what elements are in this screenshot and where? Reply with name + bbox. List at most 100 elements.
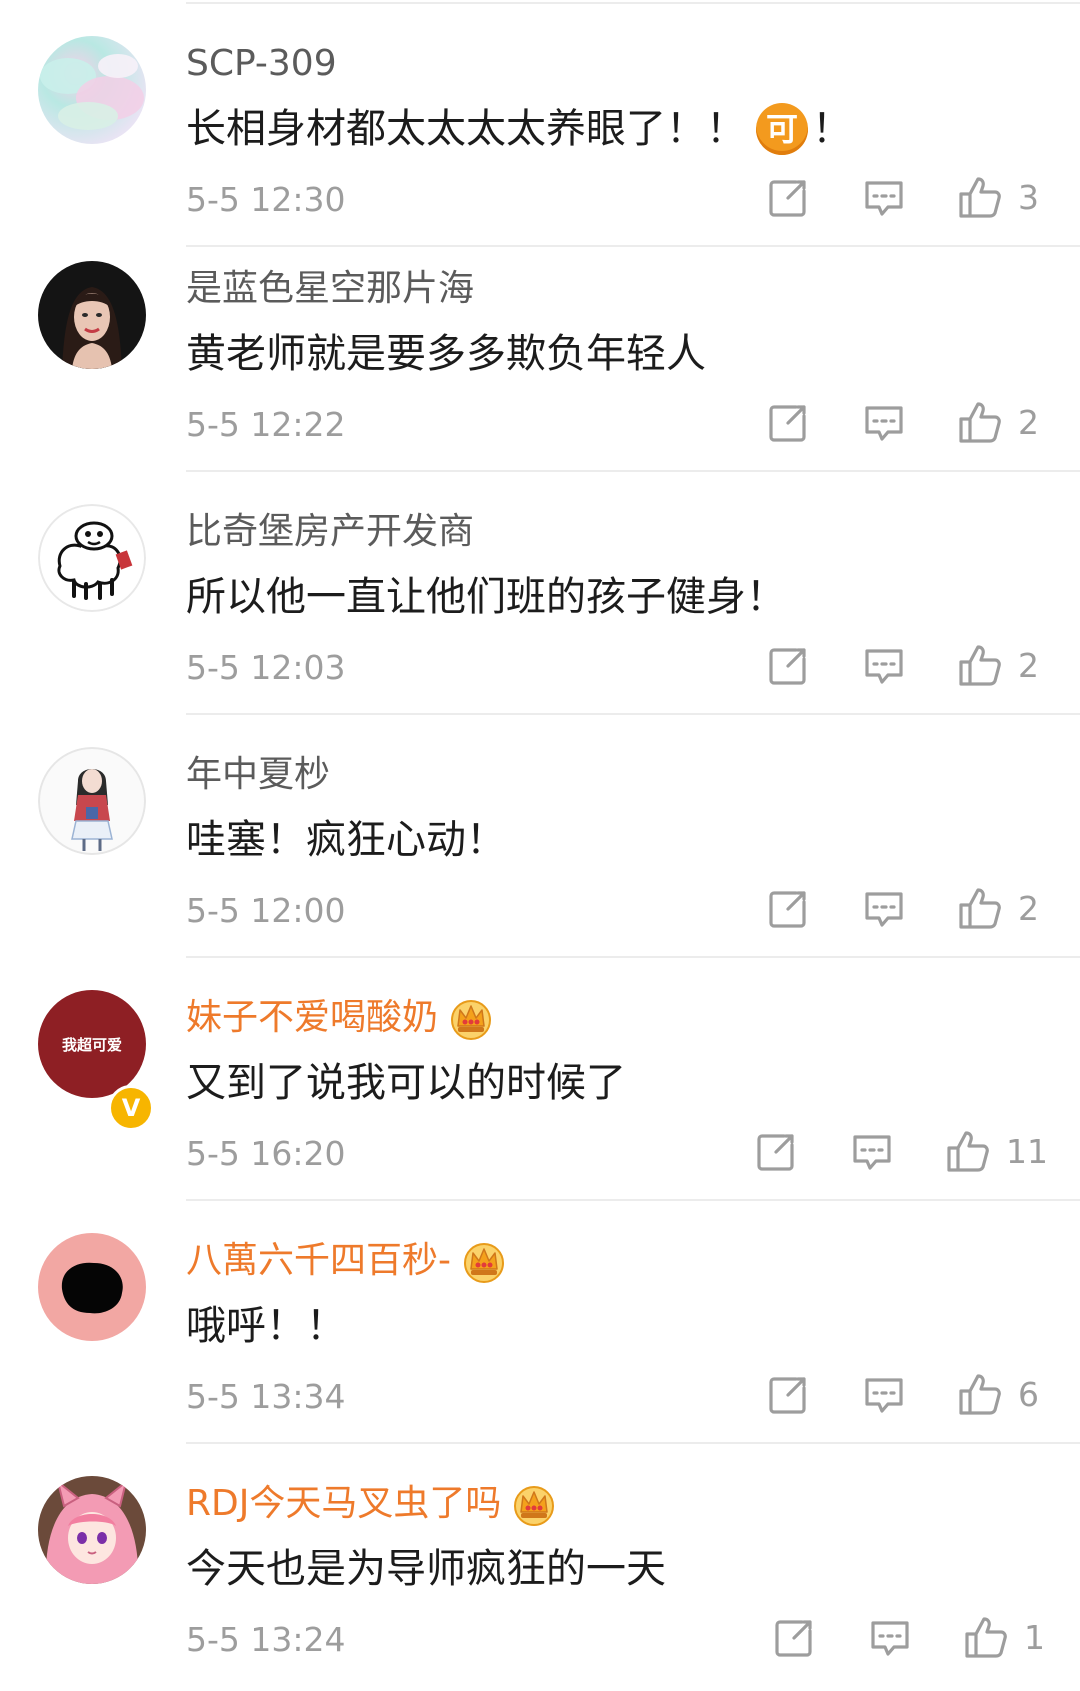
- comment-tail: ！: [812, 106, 852, 152]
- share-icon: [757, 1134, 794, 1171]
- timestamp: 5-5 12:22: [186, 405, 346, 444]
- avatar[interactable]: [38, 1233, 146, 1341]
- thumbs-up-icon: [956, 642, 1004, 690]
- like-count: 1: [1024, 1618, 1045, 1657]
- comment-text: 今天也是为导师疯狂的一天: [186, 1542, 666, 1596]
- comment-icon: [853, 1135, 891, 1170]
- username[interactable]: 妹子不爱喝酸奶: [186, 994, 494, 1042]
- timestamp: 5-5 12:00: [186, 891, 346, 930]
- comment-icon: [871, 1621, 909, 1656]
- share-button[interactable]: [766, 887, 810, 931]
- share-icon: [769, 1377, 806, 1414]
- comment-text: 黄老师就是要多多欺负年轻人: [186, 327, 706, 381]
- comment-body: 哦呼！！: [186, 1303, 346, 1349]
- username-text[interactable]: 八萬六千四百秒-: [186, 1237, 451, 1285]
- avatar[interactable]: [38, 504, 146, 612]
- avatar[interactable]: [38, 36, 146, 144]
- comment-item: RDJ今天马叉虫了吗 今天也是为导师疯狂的一天 5-5 13:24 1: [0, 1444, 1080, 1687]
- username-text[interactable]: 是蓝色星空那片海: [186, 265, 474, 313]
- comment-body: 长相身材都太太太太养眼了！！: [186, 106, 746, 152]
- username[interactable]: SCP-309: [186, 40, 337, 88]
- thumbs-up-icon: [944, 1128, 992, 1176]
- like-button[interactable]: 2: [956, 399, 1039, 447]
- username[interactable]: 年中夏杪: [186, 751, 330, 799]
- share-button[interactable]: [754, 1130, 798, 1174]
- share-icon: [769, 648, 806, 685]
- comment-icon: [865, 892, 903, 927]
- reply-button[interactable]: [868, 1616, 912, 1660]
- comment-item: 是蓝色星空那片海 黄老师就是要多多欺负年轻人 5-5 12:22 2: [0, 229, 1080, 472]
- like-button[interactable]: 2: [956, 642, 1039, 690]
- comment-text: 长相身材都太太太太养眼了！！ 可 ！: [186, 102, 852, 156]
- comment-icon: [865, 181, 903, 216]
- username-text[interactable]: 妹子不爱喝酸奶: [186, 994, 438, 1042]
- username[interactable]: 八萬六千四百秒-: [186, 1237, 507, 1285]
- share-button[interactable]: [766, 401, 810, 445]
- username-text[interactable]: RDJ今天马叉虫了吗: [186, 1480, 501, 1528]
- share-button[interactable]: [766, 644, 810, 688]
- share-button[interactable]: [766, 1373, 810, 1417]
- comment-icon: [865, 406, 903, 441]
- share-icon: [769, 405, 806, 442]
- username-text[interactable]: SCP-309: [186, 40, 337, 88]
- comment-text: 所以他一直让他们班的孩子健身！: [186, 570, 786, 624]
- like-button[interactable]: 6: [956, 1371, 1039, 1419]
- like-count: 2: [1018, 889, 1039, 928]
- comment-item: SCP-309 长相身材都太太太太养眼了！！ 可 ！ 5-5 12:30 3: [0, 4, 1080, 247]
- emoji-ke-icon: 可: [756, 103, 808, 155]
- crown-badge-icon: [448, 996, 494, 1040]
- like-button[interactable]: 2: [956, 885, 1039, 933]
- username-text[interactable]: 比奇堡房产开发商: [186, 508, 474, 556]
- like-count: 2: [1018, 403, 1039, 442]
- username[interactable]: 是蓝色星空那片海: [186, 265, 474, 313]
- reply-button[interactable]: [850, 1130, 894, 1174]
- timestamp: 5-5 13:24: [186, 1620, 346, 1659]
- like-button[interactable]: 1: [962, 1614, 1045, 1662]
- avatar[interactable]: [38, 1476, 146, 1584]
- thumbs-up-icon: [962, 1614, 1010, 1662]
- avatar[interactable]: [38, 747, 146, 855]
- comment-text: 哇塞！疯狂心动！: [186, 813, 506, 867]
- thumbs-up-icon: [956, 399, 1004, 447]
- share-icon: [769, 891, 806, 928]
- thumbs-up-icon: [956, 885, 1004, 933]
- avatar-text: 我超可爱: [62, 1036, 122, 1054]
- reply-button[interactable]: [862, 176, 906, 220]
- like-button[interactable]: 3: [956, 174, 1039, 222]
- timestamp: 5-5 12:03: [186, 648, 346, 687]
- comment-icon: [865, 1378, 903, 1413]
- reply-button[interactable]: [862, 1373, 906, 1417]
- comment-body: 今天也是为导师疯狂的一天: [186, 1546, 666, 1592]
- timestamp: 5-5 16:20: [186, 1134, 346, 1173]
- timestamp: 5-5 12:30: [186, 180, 346, 219]
- comment-item: 我超可爱 妹子不爱喝酸奶 又到了说我可以的时候了 5-5 16:20 11: [0, 958, 1080, 1201]
- share-icon: [775, 1620, 812, 1657]
- comment-body: 所以他一直让他们班的孩子健身！: [186, 574, 786, 620]
- username-text[interactable]: 年中夏杪: [186, 751, 330, 799]
- comment-text: 又到了说我可以的时候了: [186, 1056, 626, 1110]
- like-count: 2: [1018, 646, 1039, 685]
- thumbs-up-icon: [956, 1371, 1004, 1419]
- like-count: 11: [1006, 1132, 1048, 1171]
- share-button[interactable]: [772, 1616, 816, 1660]
- comment-item: 年中夏杪 哇塞！疯狂心动！ 5-5 12:00 2: [0, 715, 1080, 958]
- reply-button[interactable]: [862, 644, 906, 688]
- reply-button[interactable]: [862, 401, 906, 445]
- comment-body: 哇塞！疯狂心动！: [186, 817, 506, 863]
- like-button[interactable]: 11: [944, 1128, 1048, 1176]
- comment-item: 比奇堡房产开发商 所以他一直让他们班的孩子健身！ 5-5 12:03 2: [0, 472, 1080, 715]
- comment-body: 黄老师就是要多多欺负年轻人: [186, 331, 706, 377]
- comment-icon: [865, 649, 903, 684]
- share-button[interactable]: [766, 176, 810, 220]
- reply-button[interactable]: [862, 887, 906, 931]
- username[interactable]: 比奇堡房产开发商: [186, 508, 474, 556]
- timestamp: 5-5 13:34: [186, 1377, 346, 1416]
- avatar[interactable]: 我超可爱: [38, 990, 146, 1098]
- avatar[interactable]: [38, 261, 146, 369]
- like-count: 3: [1018, 178, 1039, 217]
- comment-list: SCP-309 长相身材都太太太太养眼了！！ 可 ！ 5-5 12:30 3 是…: [0, 0, 1080, 1691]
- crown-badge-icon: [511, 1482, 557, 1526]
- comment-text: 哦呼！！: [186, 1299, 346, 1353]
- thumbs-up-icon: [956, 174, 1004, 222]
- username[interactable]: RDJ今天马叉虫了吗: [186, 1480, 557, 1528]
